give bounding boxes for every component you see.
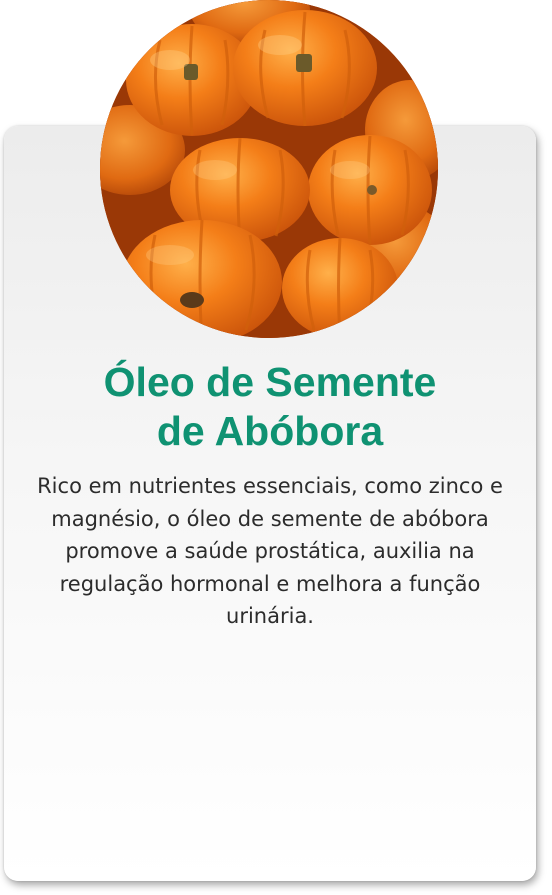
- title-line-1: Óleo de Semente: [103, 359, 437, 405]
- title-line-2: de Abóbora: [156, 408, 384, 454]
- pumpkins-photo: [100, 0, 438, 338]
- page: Óleo de Semente de Abóbora Rico em nutri…: [0, 0, 552, 895]
- product-title: Óleo de Semente de Abóbora: [0, 358, 540, 456]
- product-description: Rico em nutrientes essenciais, como zinc…: [37, 474, 503, 628]
